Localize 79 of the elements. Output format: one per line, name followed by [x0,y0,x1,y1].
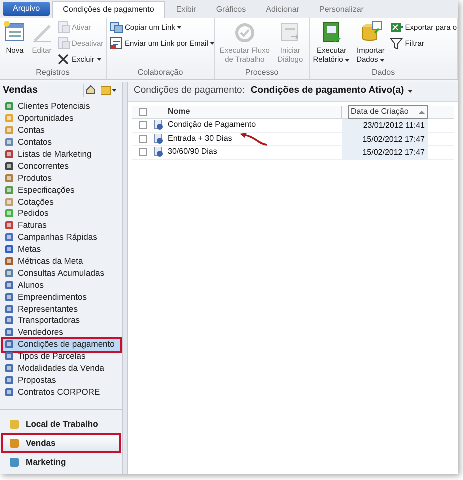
caret-icon [408,90,414,93]
document-icon [57,37,70,50]
nav-area-button[interactable]: Local de Trabalho [3,416,119,432]
filter-icon [390,37,404,50]
area-icon [9,456,20,468]
form-icon [4,21,26,43]
sidebar-item[interactable]: Pedidos [3,208,120,220]
home-button[interactable] [83,84,97,96]
table-cell: 15/02/2012 17:47 [342,132,428,145]
table-cell[interactable]: Condição de Pagamento [168,119,256,132]
table-cell: 23/01/2012 11:41 [342,119,428,132]
sidebar-item[interactable]: Propostas [3,374,120,386]
sidebar-title: Vendas [3,84,40,98]
area-icon [9,418,20,430]
sidebar-item[interactable]: Especificações [3,184,120,196]
row-checkbox[interactable] [139,134,147,143]
view-selector[interactable]: Condições de pagamento Ativo(a) [250,84,414,99]
caret-icon [345,58,350,62]
group-label: Processo [244,67,280,79]
select-all-checkbox[interactable] [139,108,147,116]
folder-icon [101,86,111,94]
caret-icon [177,26,182,29]
ribbon-tab[interactable]: Exibir [167,1,206,18]
sidebar-item[interactable]: Faturas [3,220,120,232]
mail-icon [110,37,123,50]
sidebar-item[interactable]: Vendedores [3,326,120,339]
document-icon [57,21,70,34]
report-icon [320,21,343,43]
database-icon [360,21,382,43]
caret-icon [112,88,117,92]
table-cell[interactable]: 30/60/90 Dias [168,146,218,158]
sidebar-item[interactable]: Contatos [3,136,120,149]
sidebar-item[interactable]: Empreendimentos [3,291,120,304]
sidebar-item[interactable]: Listas de Marketing [3,148,120,160]
area-icon [9,438,20,448]
sidebar-item[interactable]: Contratos CORPORE [3,386,120,398]
sidebar-item[interactable]: Contas [3,124,120,137]
sidebar-item[interactable]: Metas [3,244,120,256]
x-icon [57,53,70,66]
sidebar-item[interactable]: Oportunidades [3,112,120,125]
table-cell[interactable]: Entrada + 30 Dias [168,132,232,145]
entity-label: Condições de pagamento: [134,84,245,98]
caret-icon [96,58,102,61]
sidebar-item[interactable]: Concorrentes [3,160,120,172]
table-cell: 15/02/2012 17:47 [342,146,428,158]
group-label: Dados [370,67,396,79]
sidebar-item[interactable]: Campanhas Rápidas [3,232,120,244]
column-header[interactable]: Data de Criação [348,105,428,119]
nav-area-button[interactable]: Vendas [3,435,119,451]
ribbon-tab[interactable]: Adicionar [257,1,308,18]
sidebar-item[interactable]: Modalidades da Venda [3,362,120,374]
spreadsheet-icon [390,21,404,34]
caret-icon [380,58,386,62]
column-header[interactable]: Nome [168,106,342,118]
sidebar-item[interactable]: Tipos de Parcelas [3,350,120,363]
row-checkbox[interactable] [139,121,147,130]
nav-area-button[interactable]: Marketing [3,454,119,470]
sidebar-item[interactable]: Consultas Acumuladas [3,267,120,280]
ribbon-tab[interactable]: Personalizar [310,1,373,18]
folder-menu-button[interactable] [99,84,119,96]
group-label: Colaboração [136,67,184,79]
ribbon-tab[interactable]: Arquivo [3,2,50,16]
ribbon-tab[interactable]: Condições de pagamento [52,1,166,18]
record-icon [154,120,164,130]
sidebar-item[interactable]: Produtos [3,172,120,184]
home-icon [86,85,96,95]
sidebar-item[interactable]: Transportadoras [3,315,120,327]
caret-icon [210,42,216,45]
group-label: Registros [35,67,71,79]
ribbon-tab[interactable]: Gráficos [207,1,256,18]
sidebar-item[interactable]: Cotações [3,196,120,208]
sort-icon [419,110,425,114]
sidebar-item[interactable]: Representantes [3,303,120,316]
sidebar-item[interactable]: Condições de pagamento [3,338,120,351]
dialog-icon [279,21,302,43]
sidebar-item[interactable]: Clientes Potenciais [3,101,120,113]
row-checkbox[interactable] [139,148,147,156]
sidebar-item[interactable]: Alunos [3,279,120,292]
sidebar-item[interactable]: Métricas da Meta [3,256,120,268]
